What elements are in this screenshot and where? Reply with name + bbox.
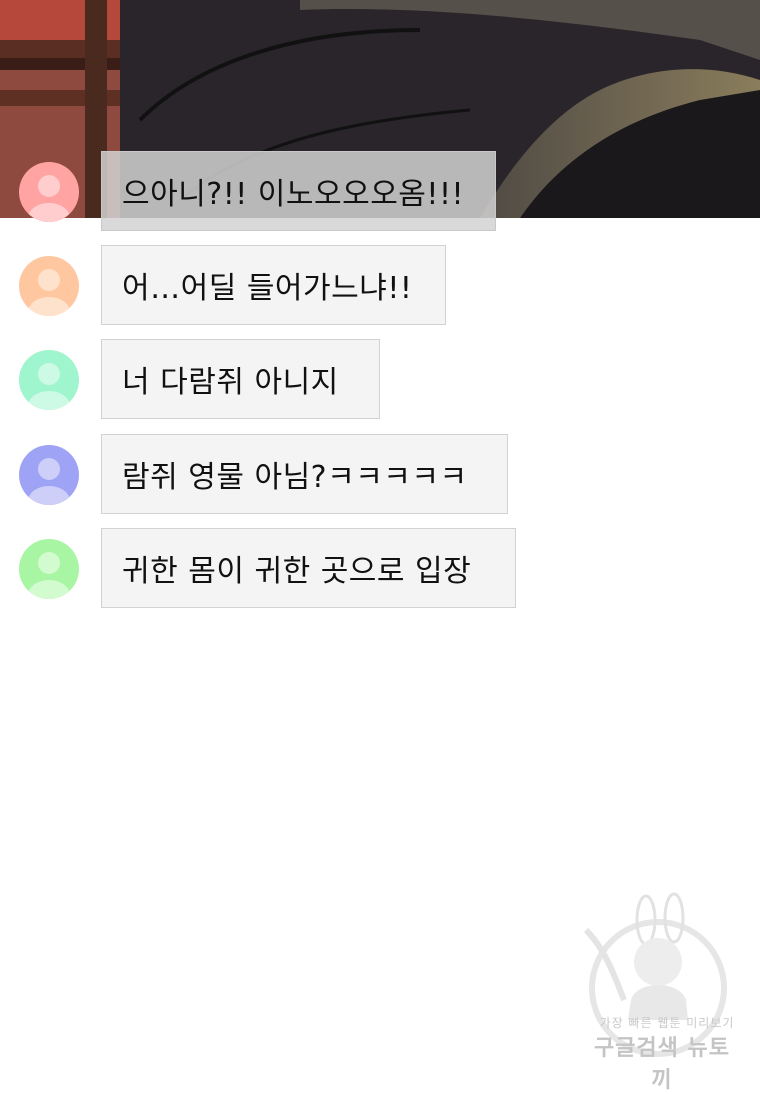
comment-bubble: 너 다람쥐 아니지	[101, 339, 380, 419]
avatar[interactable]	[19, 162, 79, 222]
watermark-title: 구글검색 뉴토끼	[593, 1036, 731, 1093]
comment-bubble: 귀한 몸이 귀한 곳으로 입장	[101, 528, 516, 608]
comment-bubble: 어…어딜 들어가느냐!!	[101, 245, 446, 325]
comment-bubble: 람쥐 영물 아님?ㅋㅋㅋㅋㅋ	[101, 434, 508, 514]
comment-item: 람쥐 영물 아님?ㅋㅋㅋㅋㅋ	[0, 434, 760, 516]
avatar[interactable]	[19, 256, 79, 316]
avatar[interactable]	[19, 539, 79, 599]
avatar[interactable]	[19, 445, 79, 505]
comment-item: 귀한 몸이 귀한 곳으로 입장	[0, 528, 760, 610]
comment-item: 어…어딜 들어가느냐!!	[0, 245, 760, 327]
comment-item: 으아니?!! 이노오오오옴!!!	[0, 151, 760, 233]
comment-bubble: 으아니?!! 이노오오오옴!!!	[101, 151, 496, 231]
comment-item: 너 다람쥐 아니지	[0, 339, 760, 421]
watermark-caption: 가장 빠른 웹툰 미리보기	[599, 1016, 735, 1030]
avatar[interactable]	[19, 350, 79, 410]
